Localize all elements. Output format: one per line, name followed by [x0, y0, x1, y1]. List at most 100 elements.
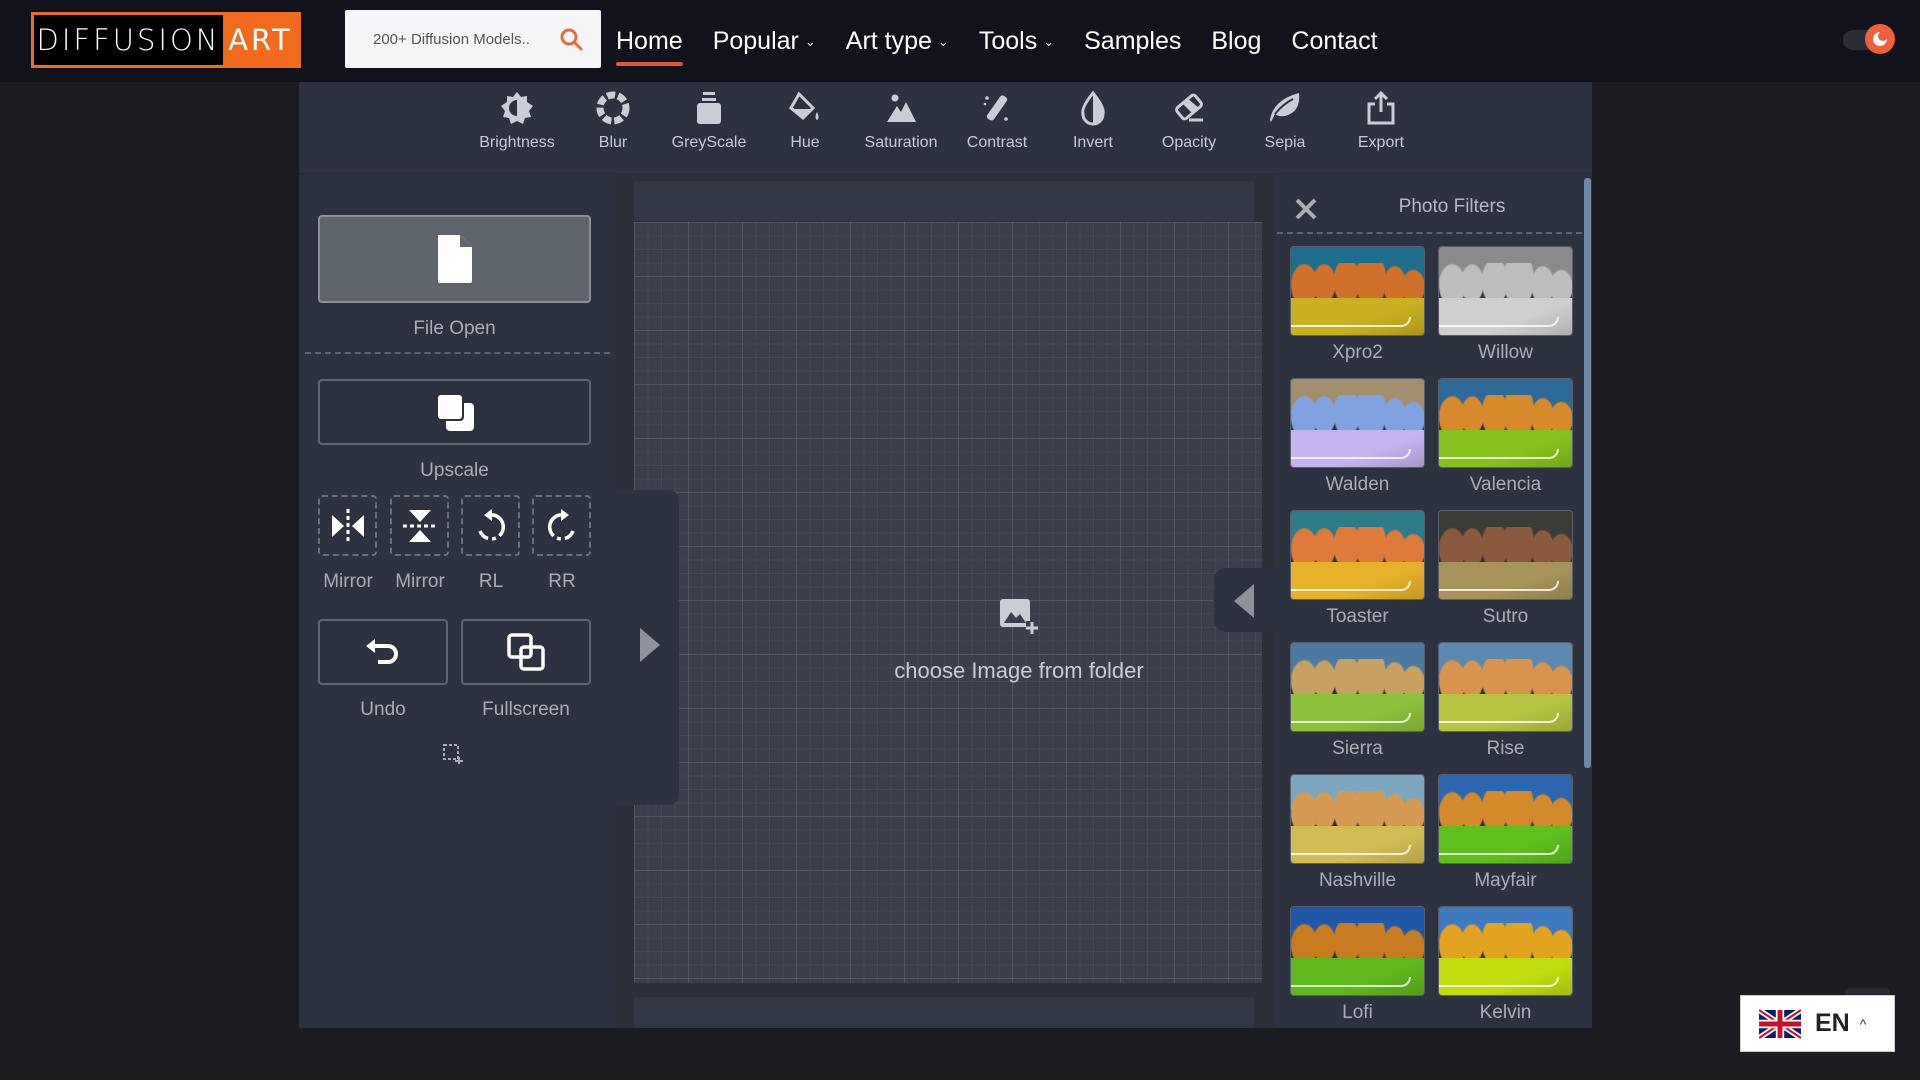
brand-logo[interactable]: DIFFUSION ART [31, 12, 301, 68]
nav-contact[interactable]: Contact [1291, 27, 1377, 56]
filter-name: Kelvin [1479, 1002, 1532, 1023]
filter-rise[interactable]: Rise [1438, 642, 1573, 774]
fullscreen-button[interactable] [461, 619, 591, 685]
filter-xpro2[interactable]: Xpro2 [1290, 246, 1425, 378]
add-image-icon [1000, 599, 1038, 635]
tool-contrast[interactable]: Contrast [949, 82, 1045, 175]
filter-walden[interactable]: Walden [1290, 378, 1425, 510]
tool-invert[interactable]: Invert [1045, 82, 1141, 175]
thumbnail-layer [1291, 790, 1424, 828]
rotate-left-button[interactable] [461, 495, 520, 556]
filter-thumbnail [1438, 378, 1573, 468]
main-nav: Home Popular ⌄ Art type ⌄ Tools ⌄ Samples B… [616, 0, 1408, 82]
nav-samples-label: Samples [1084, 26, 1182, 55]
filters-panel-collapse-tab [1214, 568, 1276, 632]
nav-home[interactable]: Home [616, 27, 683, 66]
nav-popular[interactable]: Popular ⌄ [713, 27, 816, 56]
collapse-left-arrow-icon[interactable] [1234, 584, 1254, 618]
filter-thumbnail [1290, 642, 1425, 732]
nav-art-type-label: Art type [845, 26, 932, 55]
expand-right-arrow-icon[interactable] [640, 628, 660, 662]
fullscreen-label: Fullscreen [482, 699, 570, 720]
rotate-right-button[interactable] [532, 495, 591, 556]
panel-divider [305, 352, 610, 354]
nav-tools[interactable]: Tools ⌄ [979, 27, 1054, 56]
mirror-vertical-button[interactable] [390, 495, 449, 556]
filter-sutro[interactable]: Sutro [1438, 510, 1573, 642]
file-open-button[interactable] [318, 215, 591, 303]
tool-blur[interactable]: Blur [565, 82, 661, 175]
moon-icon [1865, 24, 1895, 54]
filter-toaster[interactable]: Toaster [1290, 510, 1425, 642]
thumbnail-layer [1439, 317, 1559, 327]
filter-kelvin[interactable]: Kelvin [1438, 906, 1573, 1028]
tool-opacity[interactable]: Opacity [1141, 82, 1237, 175]
thumbnail-layer [1291, 317, 1411, 327]
nav-blog-label: Blog [1211, 26, 1262, 55]
filter-valencia[interactable]: Valencia [1438, 378, 1573, 510]
mirror-vertical-icon [402, 509, 437, 542]
tool-saturation[interactable]: Saturation [853, 82, 949, 175]
left-tools-panel: File Open Upscale Mirror Mirror RL RR Un… [299, 175, 616, 1028]
search-input[interactable] [373, 30, 553, 48]
filter-lofi[interactable]: Lofi [1290, 906, 1425, 1028]
tool-brightness[interactable]: Brightness [469, 82, 565, 175]
filter-nashville[interactable]: Nashville [1290, 774, 1425, 906]
tool-export[interactable]: Export [1333, 82, 1429, 175]
filter-name: Sutro [1482, 606, 1529, 627]
filter-mayfair[interactable]: Mayfair [1438, 774, 1573, 906]
thumbnail-layer [1291, 262, 1424, 300]
opacity-icon [1175, 93, 1203, 122]
filter-willow[interactable]: Willow [1438, 246, 1573, 378]
thumbnail-layer [1291, 394, 1424, 432]
uk-flag-icon [1759, 1007, 1801, 1040]
filter-thumbnail [1438, 246, 1573, 336]
mirror-horizontal-button[interactable] [318, 495, 377, 556]
canvas-grid[interactable]: choose Image from folder [634, 222, 1262, 983]
theme-toggle[interactable] [1843, 24, 1895, 54]
filters-scrollbar[interactable] [1584, 178, 1591, 768]
close-icon[interactable] [1293, 196, 1319, 222]
nav-art-type[interactable]: Art type ⌄ [846, 27, 949, 56]
tool-label: Blur [598, 134, 628, 151]
nav-blog[interactable]: Blog [1211, 27, 1261, 56]
upscale-label: Upscale [420, 460, 489, 481]
filter-sierra[interactable]: Sierra [1290, 642, 1425, 774]
tool-hue[interactable]: Hue [757, 82, 853, 175]
language-selector[interactable]: EN ^ [1740, 995, 1895, 1052]
undo-button[interactable] [318, 619, 448, 685]
language-code: EN [1815, 1009, 1850, 1037]
brightness-icon [501, 92, 533, 124]
thumbnail-layer [1439, 394, 1572, 432]
chevron-up-icon: ^ [1859, 1015, 1867, 1032]
nav-samples[interactable]: Samples [1084, 27, 1181, 56]
filter-thumbnail [1438, 642, 1573, 732]
filter-name: Mayfair [1474, 870, 1537, 891]
tool-sepia[interactable]: Sepia [1237, 82, 1333, 175]
filter-name: Toaster [1326, 606, 1389, 627]
search-icon[interactable] [559, 27, 583, 51]
tool-greyscale[interactable]: GreyScale [661, 82, 757, 175]
invert-icon [1081, 90, 1105, 126]
hue-icon [789, 91, 819, 121]
undo-icon [366, 639, 398, 664]
thumbnail-layer [1439, 449, 1559, 459]
thumbnail-layer [1291, 922, 1424, 960]
saturation-icon [887, 94, 916, 122]
filters-panel-header: Photo Filters [1277, 182, 1582, 234]
mirror-horizontal-label: Mirror [323, 571, 373, 592]
crop-select-icon[interactable] [442, 743, 464, 765]
tool-label: Brightness [479, 134, 555, 151]
choose-image-dropzone[interactable]: choose Image from folder [824, 597, 1214, 684]
filter-thumbnail [1290, 774, 1425, 864]
filter-name: Xpro2 [1332, 342, 1383, 363]
filter-thumbnail [1290, 378, 1425, 468]
upscale-button[interactable] [318, 379, 591, 445]
editor-toolbar: Brightness Blur GreyScale Hue Saturation… [299, 82, 1592, 175]
thumbnail-layer [1439, 581, 1559, 591]
filter-name: Valencia [1469, 474, 1542, 495]
chevron-down-icon: ⌄ [1043, 34, 1055, 49]
nav-tools-label: Tools [978, 26, 1038, 55]
mirror-horizontal-icon [331, 508, 364, 543]
rotate-right-icon [547, 508, 575, 541]
